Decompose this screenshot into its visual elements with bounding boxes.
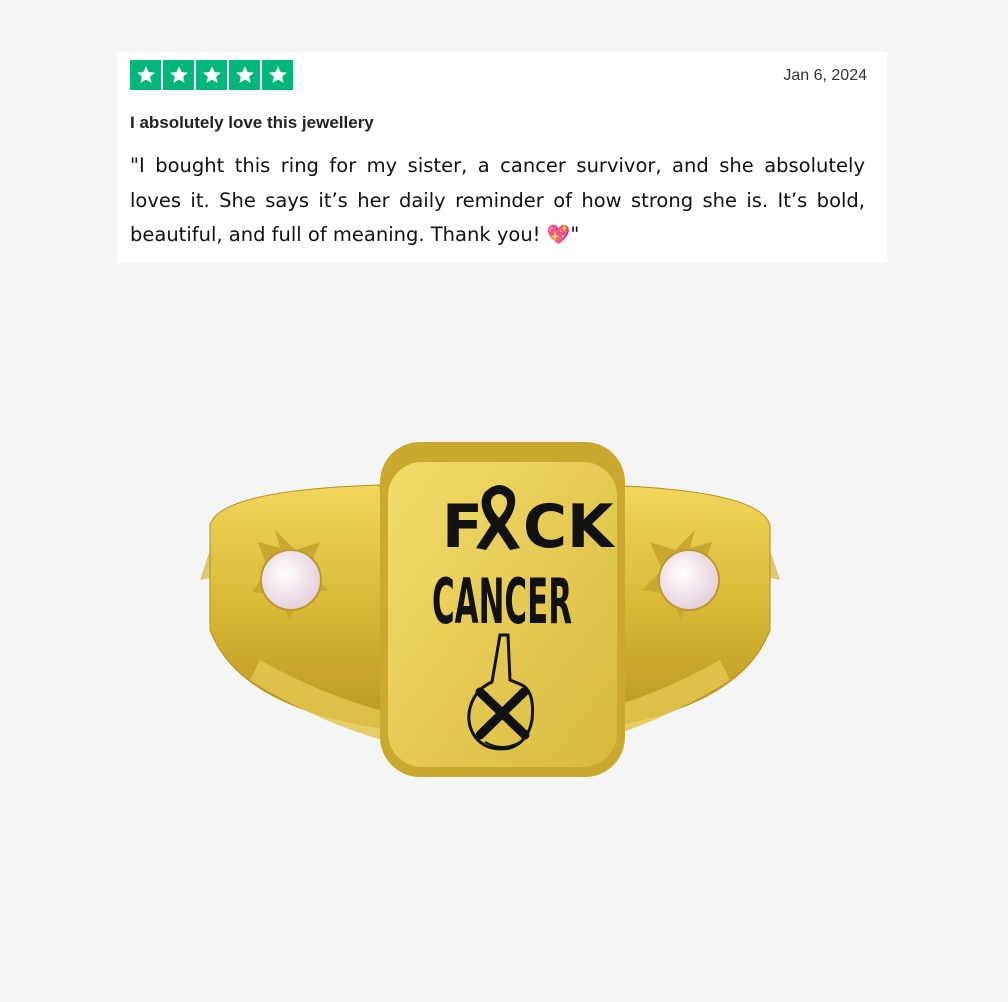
review-card: Jan 6, 2024 I absolutely love this jewel… (117, 52, 887, 263)
review-body: "I bought this ring for my sister, a can… (130, 149, 865, 253)
star-icon (262, 60, 293, 90)
review-date: Jan 6, 2024 (783, 67, 867, 84)
review-text: "I bought this ring for my sister, a can… (130, 154, 865, 246)
star-icon (163, 60, 194, 90)
engraving-text-ck: CK (523, 492, 616, 562)
product-image-ring: F CK CANCER (200, 442, 780, 777)
star-icon (130, 60, 161, 90)
star-icon (229, 60, 260, 90)
star-rating (130, 60, 293, 90)
engraving-text-f: F (442, 492, 483, 562)
sparkling-heart-icon: 💖 (546, 224, 571, 246)
star-icon (196, 60, 227, 90)
review-title: I absolutely love this jewellery (130, 113, 374, 132)
engraving-text-cancer: CANCER (432, 565, 572, 638)
review-text-end: " (570, 223, 580, 246)
